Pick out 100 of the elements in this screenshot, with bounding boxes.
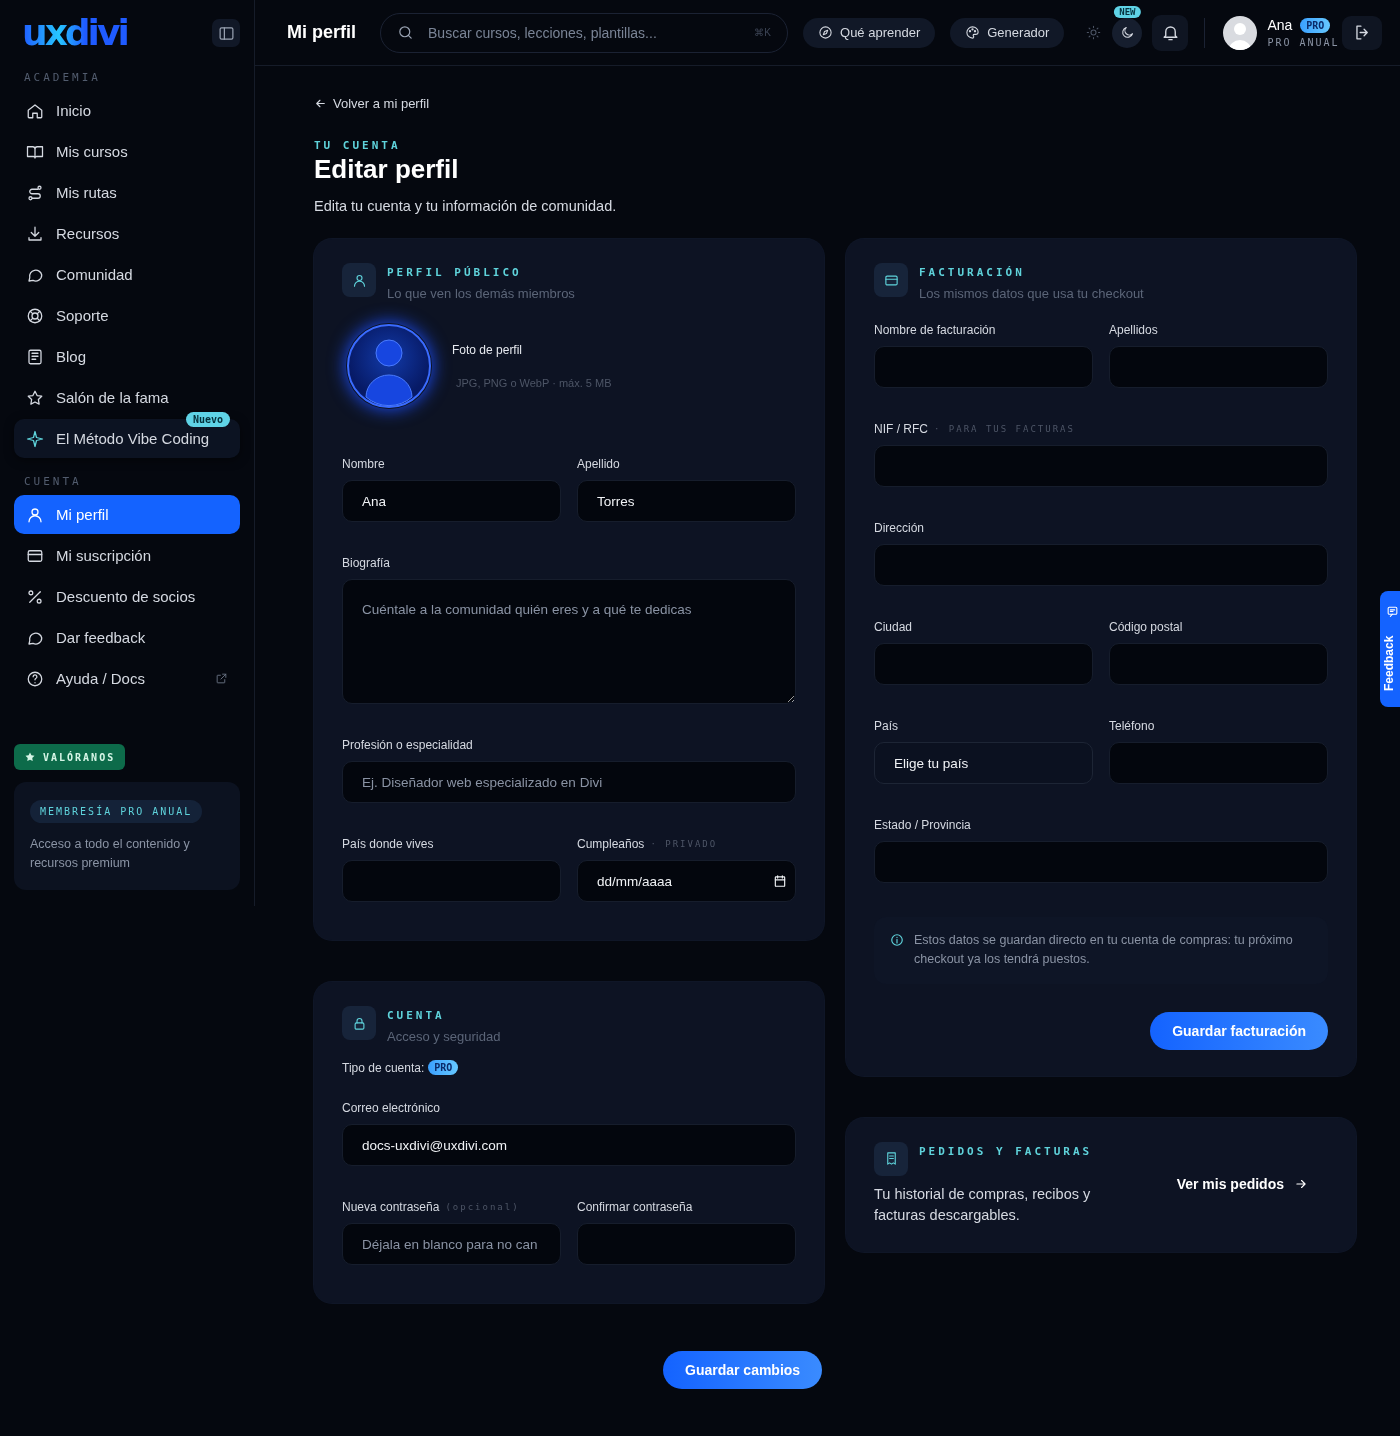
- section-eyebrow: PEDIDOS Y FACTURAS: [919, 1144, 1093, 1158]
- sidebar-item[interactable]: Comunidad: [14, 255, 240, 294]
- field-label: Código postal: [1109, 620, 1183, 634]
- arrow-left-icon: [314, 97, 327, 110]
- input-field[interactable]: Ana: [342, 480, 561, 522]
- photo-label: Foto de perfil: [452, 343, 524, 357]
- rate-us-button[interactable]: VALÓRANOS: [14, 744, 126, 770]
- moon-icon: [1119, 25, 1135, 40]
- field-label: Biografía: [342, 556, 391, 570]
- input-field[interactable]: [874, 643, 1093, 685]
- sparkle-icon: [26, 429, 44, 448]
- plan-badge: PRO: [1300, 17, 1331, 33]
- input-field[interactable]: [874, 841, 1328, 883]
- input-field[interactable]: Ej. Diseñador web especializado en Divi: [342, 761, 796, 803]
- user-icon: [26, 505, 44, 524]
- membership-text: Acceso a todo el contenido y recursos premium: [30, 836, 191, 873]
- save-billing-button[interactable]: Guardar facturación: [1150, 1011, 1328, 1050]
- sidebar-item[interactable]: Recursos: [14, 214, 240, 253]
- input-field[interactable]: [1109, 346, 1328, 388]
- input-field[interactable]: [342, 860, 561, 902]
- sidebar-toggle-button[interactable]: [212, 19, 240, 47]
- input-field[interactable]: [874, 346, 1093, 388]
- sidebar-item[interactable]: Blog: [14, 337, 240, 376]
- user-avatar[interactable]: [1223, 15, 1258, 50]
- bio-field[interactable]: Cuéntale a la comunidad quién eres y a qué te dedicas: [342, 579, 796, 704]
- nav-button[interactable]: Qué aprender: [803, 17, 936, 48]
- sidebar-item[interactable]: Dar feedback: [14, 618, 240, 657]
- percent-icon: [26, 587, 44, 606]
- palette-icon: [965, 25, 981, 40]
- sun-icon: [1085, 25, 1101, 40]
- search-field[interactable]: Buscar cursos, lecciones, plantillas...: [426, 13, 743, 52]
- photo-hint: JPG, PNG o WebP · máx. 5 MB: [456, 377, 612, 389]
- sidebar-item[interactable]: Mis rutas: [14, 173, 240, 212]
- newspaper-icon: [26, 347, 44, 366]
- notifications-button[interactable]: [1152, 14, 1189, 51]
- page-heading: Editar perfil: [314, 154, 460, 185]
- field-label: Profesión o especialidad: [342, 738, 473, 752]
- section-eyebrow: PERFIL PÚBLICO: [387, 266, 523, 279]
- field-label: Dirección: [874, 521, 924, 535]
- input-field[interactable]: [874, 544, 1328, 586]
- info-icon: [890, 933, 904, 947]
- input-field[interactable]: [1109, 643, 1328, 685]
- input-field[interactable]: [577, 1223, 796, 1265]
- field-label: NIF / RFC: [874, 422, 928, 436]
- sidebar-item[interactable]: Mis cursos: [14, 132, 240, 171]
- new-badge: Nuevo: [185, 412, 230, 427]
- field-note: (opcional): [445, 1202, 520, 1212]
- orders-text: Tu historial de compras, recibos y facturas descargables.: [874, 1184, 1092, 1225]
- plan-badge: PRO: [428, 1060, 459, 1075]
- field-note: · PARA TUS FACTURAS: [934, 424, 1075, 434]
- field-label: Apellidos: [1109, 323, 1158, 337]
- download-icon: [26, 224, 44, 243]
- input-field[interactable]: Déjala en blanco para no can: [342, 1223, 561, 1265]
- section-subtitle: Lo que ven los demás miembros: [387, 286, 575, 301]
- card-icon: [883, 272, 899, 288]
- sidebar-item[interactable]: Descuento de socios: [14, 577, 240, 616]
- help-icon: [26, 669, 44, 688]
- panel-icon: [217, 24, 235, 42]
- field-label: Apellido: [577, 457, 620, 471]
- field-label: Estado / Provincia: [874, 818, 971, 832]
- input-field[interactable]: Torres: [577, 480, 796, 522]
- route-icon: [26, 183, 44, 202]
- field-note: · PRIVADO: [650, 839, 718, 849]
- back-link[interactable]: Volver a mi perfil: [314, 96, 430, 111]
- shortcut-hint: ⌘K: [754, 27, 771, 38]
- save-button[interactable]: Guardar cambios: [663, 1351, 823, 1389]
- field-label: País: [874, 719, 898, 733]
- sidebar-item[interactable]: Ayuda / Docs: [14, 659, 240, 698]
- avatar-upload-button[interactable]: [346, 323, 432, 409]
- input-field[interactable]: [874, 445, 1328, 487]
- field-label: Nombre de facturación: [874, 323, 996, 337]
- orders-link[interactable]: Ver mis pedidos: [1176, 1175, 1308, 1192]
- new-badge: NEW: [1114, 5, 1141, 18]
- sidebar-item[interactable]: Inicio: [14, 91, 240, 130]
- field-label: Ciudad: [874, 620, 913, 634]
- field-label: Confirmar contraseña: [577, 1200, 693, 1214]
- sidebar-item[interactable]: Soporte: [14, 296, 240, 335]
- plan-label: PRO ANUAL: [1267, 37, 1340, 48]
- theme-button[interactable]: [1112, 17, 1143, 48]
- input-field[interactable]: [1109, 742, 1328, 784]
- sidebar-item[interactable]: Mi perfil: [14, 495, 240, 534]
- logout-button[interactable]: [1342, 15, 1382, 50]
- external-link-icon: [215, 672, 228, 685]
- date-field[interactable]: dd/mm/aaaa: [577, 860, 796, 902]
- page-eyebrow: TU CUENTA: [314, 139, 402, 152]
- calendar-icon: [773, 874, 787, 888]
- field-label: País donde vives: [342, 837, 434, 851]
- star-icon: [24, 751, 36, 763]
- field-label: Nueva contraseña: [342, 1200, 440, 1214]
- star-icon: [26, 388, 44, 407]
- input-field[interactable]: docs-uxdivi@uxdivi.com: [342, 1124, 796, 1166]
- page-title: Mi perfil: [287, 22, 356, 43]
- nav-button[interactable]: Generador: [950, 17, 1065, 48]
- feedback-tab[interactable]: Feedback: [1380, 591, 1400, 707]
- section-title: ACADEMIA: [23, 70, 102, 86]
- lock-icon: [351, 1015, 367, 1031]
- select-field[interactable]: Elige tu país: [874, 742, 1093, 784]
- sidebar-item[interactable]: Mi suscripción: [14, 536, 240, 575]
- field-label: Nombre: [342, 457, 385, 471]
- field-label: Teléfono: [1109, 719, 1155, 733]
